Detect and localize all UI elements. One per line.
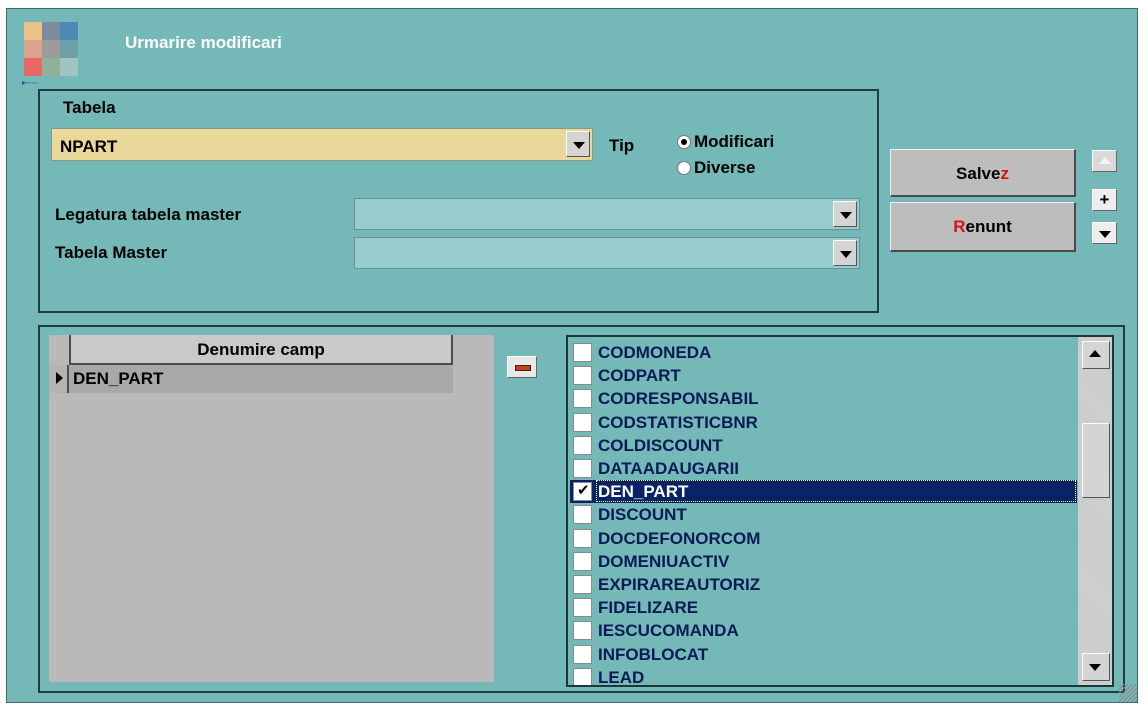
list-item[interactable]: CODPART (570, 364, 1077, 387)
arrow-down-icon (1089, 664, 1101, 671)
scroll-down-button[interactable] (1082, 653, 1110, 681)
field-name: EXPIRAREAUTORIZ (598, 575, 761, 594)
checklist-scrollbar[interactable] (1078, 337, 1112, 685)
field-checkbox[interactable]: ✔ (573, 482, 592, 502)
cancel-label: enunt (965, 217, 1012, 236)
field-checkbox[interactable] (573, 505, 592, 525)
field-name: CODPART (598, 366, 681, 386)
selected-fields-grid[interactable]: Denumire camp DEN_PART (49, 335, 494, 682)
tabela-master-label: Tabela Master (55, 243, 168, 262)
arrow-up-icon (1099, 157, 1111, 164)
cancel-button[interactable]: Renunt (890, 202, 1076, 252)
field-checkbox[interactable] (573, 528, 592, 548)
list-item[interactable]: DISCOUNT (570, 503, 1077, 526)
save-label: Salve (956, 164, 1001, 183)
radio-diverse-label: Diverse (694, 158, 756, 177)
field-checkbox[interactable] (573, 598, 592, 618)
chevron-down-icon (573, 142, 585, 149)
radio-modificari-label: Modificari (694, 132, 775, 151)
field-checkbox[interactable] (573, 459, 592, 478)
resize-grip-icon[interactable] (1119, 684, 1137, 702)
radio-dot[interactable] (677, 161, 691, 175)
list-item[interactable]: FIDELIZARE (570, 596, 1077, 619)
list-item[interactable]: DOCDEFONORCOM (570, 527, 1077, 550)
field-name: DOMENIUACTIV (598, 551, 730, 571)
tip-label: Tip (609, 136, 635, 155)
legatura-label: Legatura tabela master (55, 205, 242, 224)
cancel-hotkey: R (953, 217, 966, 236)
move-up-button[interactable] (1092, 150, 1117, 172)
field-name: CODMONEDA (598, 343, 712, 362)
field-name: LEAD (598, 667, 645, 687)
current-row-pointer-icon (56, 372, 63, 384)
table-row[interactable]: DEN_PART (69, 365, 453, 393)
tabela-combo[interactable]: NPART (51, 128, 593, 161)
window-title: Urmarire modificari (125, 33, 282, 52)
tabela-master-dropdown-button[interactable] (833, 240, 857, 266)
field-name: DOCDEFONORCOM (598, 528, 761, 548)
tabela-label: Tabela (63, 98, 116, 117)
field-name: COLDISCOUNT (598, 435, 723, 455)
minus-icon (515, 365, 531, 371)
radio-dot-selected[interactable] (677, 135, 691, 149)
list-item[interactable]: IESCUCOMANDA (570, 619, 1077, 642)
field-checkbox[interactable] (573, 575, 592, 594)
grid-divider (67, 365, 69, 393)
field-name: CODSTATISTICBNR (598, 412, 758, 432)
arrow-up-icon (1089, 350, 1101, 357)
list-item[interactable]: DATAADAUGARII (570, 457, 1077, 480)
list-item[interactable]: EXPIRAREAUTORIZ (570, 573, 1077, 596)
field-checkbox[interactable] (573, 621, 592, 641)
app-grid-icon: ▸∙∙∙∙∙∙∙∙∙∙ (22, 22, 80, 87)
remove-field-button[interactable] (507, 356, 537, 378)
field-checkbox[interactable] (573, 412, 592, 432)
save-button[interactable]: Salvez (890, 149, 1076, 197)
field-name: IESCUCOMANDA (598, 621, 739, 641)
list-item[interactable]: INFOBLOCAT (570, 643, 1077, 666)
grid-header-denumire-camp[interactable]: Denumire camp (69, 335, 453, 365)
radio-modificari[interactable]: Modificari (677, 132, 774, 152)
chevron-down-icon (840, 251, 852, 258)
tabela-value: NPART (60, 137, 118, 156)
field-checkbox[interactable] (573, 551, 592, 571)
radio-diverse[interactable]: Diverse (677, 158, 755, 178)
checkmark-icon: ✔ (577, 482, 590, 500)
scroll-up-button[interactable] (1082, 341, 1110, 369)
list-item[interactable]: LEAD (570, 666, 1077, 687)
arrow-down-icon (1099, 231, 1111, 238)
field-name: INFOBLOCAT (598, 644, 709, 664)
field-name: DISCOUNT (598, 505, 687, 525)
save-hotkey: z (1000, 164, 1009, 183)
field-name: DEN_PART (598, 482, 689, 502)
list-item[interactable]: CODSTATISTICBNR (570, 411, 1077, 434)
plus-icon: + (1099, 190, 1110, 209)
legatura-combo[interactable] (354, 198, 860, 230)
field-checkbox[interactable] (573, 667, 592, 685)
list-item[interactable]: DOMENIUACTIV (570, 550, 1077, 573)
field-name: FIDELIZARE (598, 598, 699, 618)
field-checkbox[interactable] (573, 435, 592, 455)
add-button[interactable]: + (1092, 189, 1117, 211)
tabela-dropdown-button[interactable] (566, 131, 590, 157)
field-checkbox[interactable] (573, 389, 592, 409)
legatura-dropdown-button[interactable] (833, 201, 857, 227)
field-name: CODRESPONSABIL (598, 389, 759, 409)
field-checkbox[interactable] (573, 644, 592, 664)
tabela-master-combo[interactable] (354, 237, 860, 269)
field-name: DATAADAUGARII (598, 459, 740, 478)
chevron-down-icon (840, 212, 852, 219)
grid-cell-den-part[interactable]: DEN_PART (73, 369, 163, 389)
field-checkbox[interactable] (573, 343, 592, 362)
field-checkbox[interactable] (573, 366, 592, 386)
list-item[interactable]: ✔ DEN_PART (570, 480, 1077, 504)
field-checklist[interactable]: CODMONEDA CODPART CODRESPONSABIL CODSTATIST… (566, 335, 1114, 687)
list-item[interactable]: CODMONEDA (570, 341, 1077, 364)
list-item[interactable]: COLDISCOUNT (570, 434, 1077, 457)
main-window: ▸∙∙∙∙∙∙∙∙∙∙ Urmarire modificari Tabela N… (6, 8, 1138, 703)
list-item[interactable]: CODRESPONSABIL (570, 387, 1077, 410)
scroll-thumb[interactable] (1082, 423, 1110, 498)
move-down-button[interactable] (1092, 222, 1117, 244)
